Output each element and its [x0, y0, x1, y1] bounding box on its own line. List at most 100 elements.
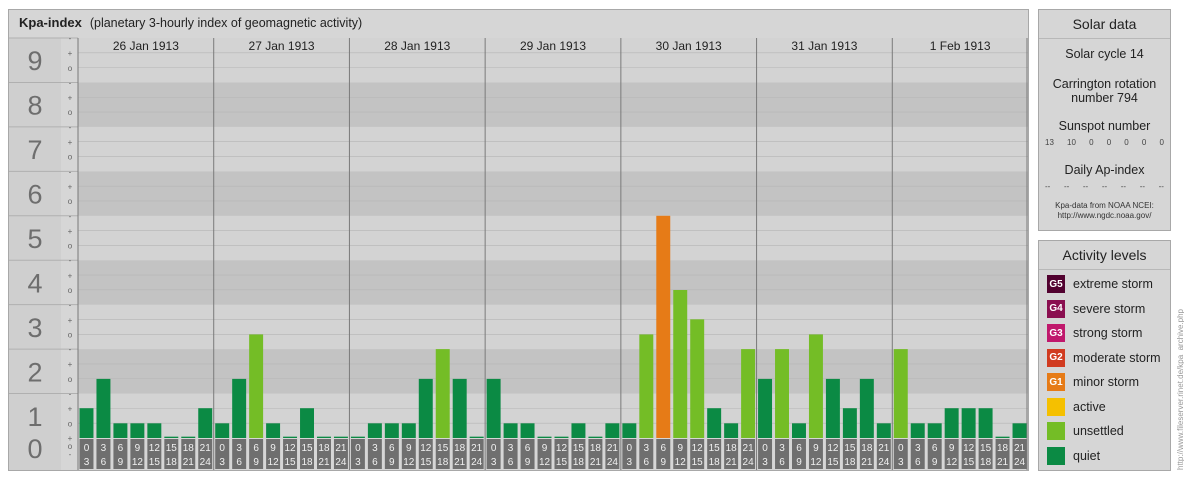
- y-tick-label: 4: [27, 268, 42, 298]
- level-label: minor storm: [1073, 375, 1139, 389]
- data-source-note: Kpa-data from NOAA NCEI: http://www.ngdc…: [1039, 201, 1170, 221]
- minor-level-mark: -: [69, 123, 72, 132]
- ap-index-value-1: --: [1045, 182, 1051, 191]
- kp-bar: [520, 423, 535, 438]
- kp-bar: [775, 349, 789, 438]
- interval-start-label: 3: [236, 443, 242, 454]
- day-label: 29 Jan 1913: [520, 39, 586, 53]
- interval-end-label: 6: [644, 457, 650, 468]
- minor-level-mark: -: [69, 390, 72, 399]
- interval-start-label: 15: [437, 443, 449, 454]
- interval-start-label: 3: [644, 443, 650, 454]
- activity-level-strong-storm: G3 strong storm: [1047, 324, 1142, 342]
- activity-levels-heading: Activity levels: [1039, 241, 1170, 270]
- kp-bar: [893, 349, 908, 438]
- interval-end-label: 24: [1014, 457, 1026, 468]
- interval-start-label: 3: [101, 443, 107, 454]
- y-tick-label: 0: [27, 434, 42, 464]
- interval-start-label: 9: [677, 443, 683, 454]
- kp-bar: [673, 290, 688, 438]
- minor-level-mark: -: [69, 78, 72, 87]
- kp-bar: [249, 334, 264, 438]
- interval-start-label: 0: [898, 443, 904, 454]
- minor-level-mark: +: [68, 316, 73, 325]
- interval-end-label: 18: [980, 457, 992, 468]
- minor-level-mark: +: [68, 94, 73, 103]
- interval-start-label: 6: [525, 443, 531, 454]
- sunspot-value-3: 0: [1089, 138, 1094, 147]
- interval-start-label: 12: [556, 443, 568, 454]
- minor-level-mark: o: [68, 375, 73, 384]
- kp-bar: [418, 378, 433, 438]
- interval-start-label: 18: [454, 443, 466, 454]
- interval-end-label: 3: [762, 457, 768, 468]
- activity-level-moderate-storm: G2 moderate storm: [1047, 348, 1161, 367]
- kp-bar: [130, 423, 145, 438]
- interval-start-label: 9: [406, 443, 412, 454]
- activity-levels-panel: Activity levels G5 extreme storm G4 severe …: [1038, 240, 1171, 471]
- interval-end-label: 6: [236, 457, 242, 468]
- kp-bar: [842, 408, 857, 438]
- y-tick-label: 3: [27, 313, 42, 343]
- level-color-swatch: [1047, 446, 1065, 465]
- kp-bar: [571, 423, 586, 438]
- kpa-chart-panel: Kpa-index (planetary 3-hourly index of ge…: [8, 9, 1029, 471]
- kp-bar: [300, 408, 314, 438]
- kp-bar: [741, 349, 756, 438]
- interval-start-label: 18: [590, 443, 602, 454]
- kp-bar: [876, 423, 891, 438]
- interval-end-label: 12: [268, 457, 280, 468]
- interval-end-label: 9: [660, 457, 666, 468]
- interval-end-label: 6: [508, 457, 514, 468]
- interval-end-label: 18: [573, 457, 585, 468]
- kp-bar: [96, 378, 111, 438]
- level-label: quiet: [1073, 448, 1101, 463]
- minor-level-mark: o: [68, 286, 73, 295]
- level-label: moderate storm: [1073, 350, 1161, 365]
- kp-bar: [859, 378, 874, 438]
- activity-level-extreme-storm: G5 extreme storm: [1047, 275, 1153, 293]
- kp-bar: [792, 423, 806, 438]
- solar-data-heading: Solar data: [1039, 10, 1170, 39]
- interval-start-label: 6: [932, 443, 938, 454]
- level-band-5: [78, 171, 1028, 216]
- interval-start-label: 6: [660, 443, 666, 454]
- activity-level-minor-storm: G1 minor storm: [1047, 373, 1139, 391]
- interval-start-label: 0: [762, 443, 768, 454]
- minor-level-mark: +: [68, 49, 73, 58]
- interval-start-label: 9: [270, 443, 276, 454]
- solar-data-panel: Solar data Solar cycle 14 Carrington rot…: [1038, 9, 1171, 231]
- interval-start-label: 21: [471, 443, 483, 454]
- interval-start-label: 12: [420, 443, 432, 454]
- day-label: 31 Jan 1913: [791, 39, 857, 53]
- interval-end-label: 9: [932, 457, 938, 468]
- interval-start-label: 21: [607, 443, 619, 454]
- kp-bar: [317, 436, 331, 438]
- minor-level-mark: +: [68, 138, 73, 147]
- kp-bar: [198, 408, 213, 438]
- interval-end-label: 21: [183, 457, 195, 468]
- activity-level-severe-storm: G4 severe storm: [1047, 299, 1145, 318]
- level-band-1: [78, 349, 1028, 394]
- interval-start-label: 3: [915, 443, 921, 454]
- kp-bar: [452, 378, 467, 438]
- interval-end-label: 21: [861, 457, 873, 468]
- interval-end-label: 9: [796, 457, 802, 468]
- y-tick-label: 9: [27, 46, 42, 76]
- minor-level-mark: +: [68, 182, 73, 191]
- minor-level-mark: -: [69, 34, 72, 43]
- interval-end-label: 15: [420, 457, 432, 468]
- interval-end-label: 15: [284, 457, 296, 468]
- day-label: 1 Feb 1913: [930, 39, 991, 53]
- kp-bar: [232, 378, 247, 438]
- interval-start-label: 6: [389, 443, 395, 454]
- interval-end-label: 15: [827, 457, 839, 468]
- minor-level-mark: -: [69, 212, 72, 221]
- interval-start-label: 9: [135, 443, 141, 454]
- interval-start-label: 3: [372, 443, 378, 454]
- kp-bar: [367, 423, 382, 438]
- interval-end-label: 24: [471, 457, 483, 468]
- level-color-swatch: G1: [1047, 373, 1065, 391]
- day-label: 27 Jan 1913: [249, 39, 315, 53]
- interval-end-label: 3: [627, 457, 633, 468]
